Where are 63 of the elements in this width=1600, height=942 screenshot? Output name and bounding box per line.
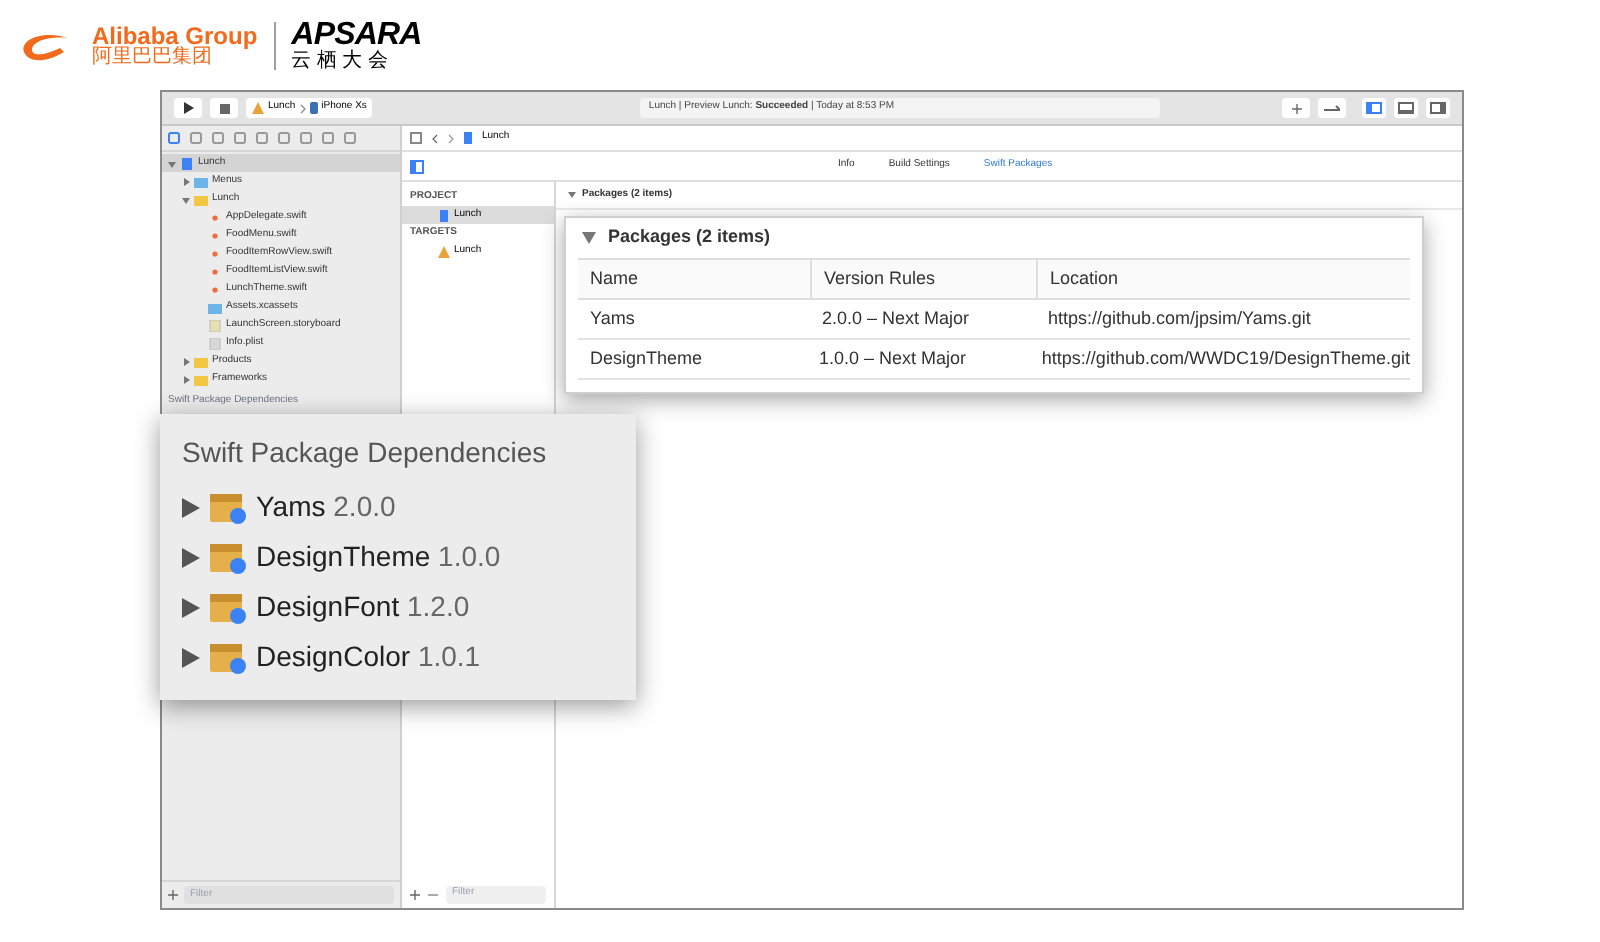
left-panel-button[interactable] (1362, 98, 1386, 118)
panel-icon (1430, 102, 1446, 114)
phone-icon (309, 102, 318, 114)
plus-icon (1291, 103, 1301, 113)
sidebar-toggle-icon[interactable] (410, 159, 424, 173)
table-cell-text: Yams (588, 305, 637, 332)
section-header: Swift Package Dependencies (182, 434, 549, 472)
event-logo-text: APSARA (291, 19, 422, 51)
plus-icon[interactable] (410, 889, 420, 899)
collapsed-triangle-icon[interactable] (182, 177, 190, 185)
panel-icon (1366, 102, 1382, 114)
brand-name-chinese: 阿里巴巴集团 (92, 47, 212, 67)
package-icon (208, 489, 248, 525)
column-header[interactable]: Version Rules (810, 260, 1036, 298)
collapsed-triangle-icon[interactable] (182, 497, 200, 517)
stop-icon (219, 103, 229, 113)
expanded-triangle-icon[interactable] (568, 192, 576, 198)
package-item[interactable]: DesignTheme 1.0.0 (182, 532, 614, 582)
package-item[interactable]: DesignFont 1.2.0 (182, 582, 614, 632)
table-cell-text: https://github.com/WWDC19/DesignTheme.git (1039, 345, 1410, 372)
chevron-icon (299, 103, 306, 113)
forward-icon[interactable] (448, 133, 454, 143)
package-icon (208, 639, 248, 675)
expanded-triangle-icon[interactable] (182, 195, 190, 203)
collapsed-triangle-icon[interactable] (182, 647, 200, 667)
table-cell-text: https://github.com/jpsim/Yams.git (1046, 305, 1313, 332)
collapsed-triangle-icon[interactable] (182, 375, 190, 383)
collapsed-triangle-icon[interactable] (182, 547, 200, 567)
table-cell-text: 2.0.0 – Next Major (820, 305, 972, 332)
project-icon (180, 157, 194, 169)
table-cell-text: 1.0.0 – Next Major (816, 345, 968, 372)
collapsed-triangle-icon[interactable] (182, 597, 200, 617)
table-cell-text: DesignTheme (588, 345, 705, 372)
package-icon (208, 589, 248, 625)
add-button[interactable] (1282, 98, 1310, 118)
app-icon (252, 102, 264, 114)
arrows-icon (1324, 103, 1340, 113)
bottom-panel-button[interactable] (1394, 98, 1418, 118)
run-button[interactable] (174, 98, 202, 118)
app-icon (438, 245, 450, 257)
right-panel-button[interactable] (1426, 98, 1450, 118)
section-title: Packages (2 items) (608, 224, 771, 251)
grid-icon[interactable] (410, 132, 422, 144)
package-item[interactable]: DesignColor 1.0.1 (182, 632, 614, 682)
event-name-chinese: 云 栖 大 会 (291, 51, 391, 71)
swap-button[interactable] (1318, 98, 1346, 118)
collapsed-triangle-icon[interactable] (182, 357, 190, 365)
expanded-triangle-icon[interactable] (168, 159, 176, 167)
column-header[interactable]: Location (1036, 260, 1410, 298)
stop-button[interactable] (210, 98, 238, 118)
package-item[interactable]: Yams 2.0.0 (182, 482, 614, 532)
document-icon (464, 132, 472, 144)
package-icon (208, 539, 248, 575)
expanded-triangle-icon[interactable] (582, 232, 596, 244)
plus-icon[interactable] (168, 890, 178, 900)
column-header[interactable]: Name (578, 260, 810, 298)
back-icon[interactable] (432, 133, 438, 143)
brand-name: Alibaba Group (92, 23, 258, 47)
panel-icon (1398, 102, 1414, 114)
minus-icon[interactable] (428, 889, 438, 899)
project-icon (438, 209, 450, 221)
play-icon (183, 102, 193, 114)
folder-icon (208, 301, 222, 313)
